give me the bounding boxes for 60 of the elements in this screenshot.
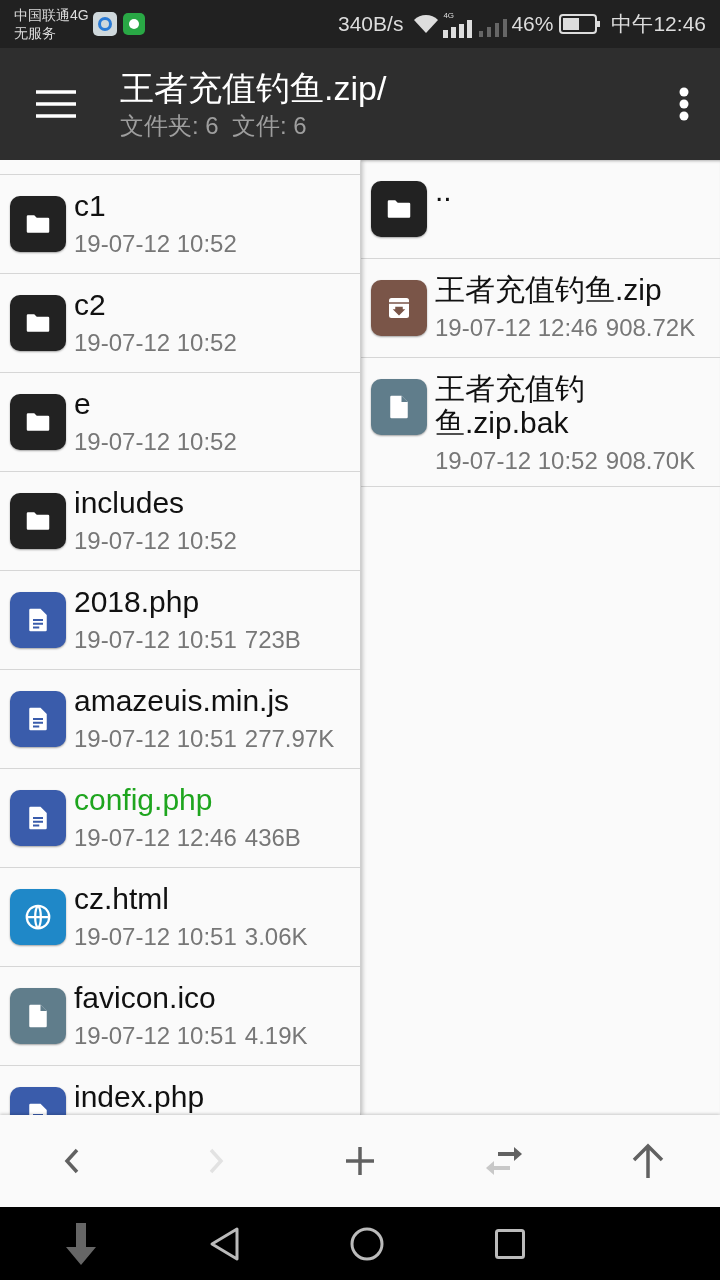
file-name[interactable]: e <box>74 387 237 421</box>
file-size: 908.70K <box>605 446 696 476</box>
file-icon <box>10 988 66 1044</box>
folder-icon <box>10 295 66 351</box>
file-date: 19-07-12 10:51 <box>74 625 237 655</box>
file-name[interactable]: cz.html <box>74 882 308 916</box>
file-size: 436B <box>244 823 301 853</box>
file-size: 4.19K <box>244 1021 308 1051</box>
app-icon <box>122 13 145 35</box>
archive-icon <box>371 280 427 336</box>
download-icon <box>65 1222 98 1265</box>
file-date: 19-07-12 10:51 <box>74 922 237 952</box>
file-date: 19-07-12 12:46 <box>74 823 237 853</box>
file-date: 19-07-12 10:52 <box>74 328 237 358</box>
service-status: 无服务 <box>14 24 57 42</box>
menu-icon <box>36 90 76 118</box>
signal-icon <box>479 19 508 37</box>
file-date: 19-07-12 10:51 <box>74 1021 237 1051</box>
file-name[interactable]: 王者充值钓鱼.zip.bak <box>435 372 685 440</box>
globe-icon <box>10 889 66 945</box>
file-name[interactable]: index.php <box>74 1080 205 1114</box>
file-size: 277.97K <box>244 724 335 754</box>
network-type: 4G <box>443 10 455 20</box>
file-date: 19-07-12 10:51 <box>74 724 237 754</box>
window-title: 王者充值钓鱼.zip/ <box>120 68 388 109</box>
file-icon <box>10 592 66 648</box>
file-name[interactable]: favicon.ico <box>74 981 308 1015</box>
file-name[interactable]: c2 <box>74 288 237 322</box>
file-date: 19-07-12 10:52 <box>74 526 237 556</box>
file-size: 3.06K <box>244 922 308 952</box>
file-date: 19-07-12 10:52 <box>74 229 237 259</box>
more-icon <box>679 87 689 121</box>
clock: 中午12:46 <box>611 11 706 38</box>
file-date: 19-07-12 10:52 <box>435 446 598 476</box>
wifi-icon <box>413 14 440 34</box>
app-icon <box>92 12 117 36</box>
carrier-name: 中国联通4G <box>14 6 89 24</box>
file-size: 908.72K <box>605 313 696 343</box>
file-icon <box>10 790 66 846</box>
home-icon[interactable] <box>350 1226 385 1261</box>
file-date: 19-07-12 10:52 <box>74 427 237 457</box>
file-name[interactable]: c1 <box>74 189 237 223</box>
file-name[interactable]: 王者充值钓鱼.zip <box>435 273 685 307</box>
file-date: 19-07-12 12:46 <box>435 313 598 343</box>
file-icon <box>10 691 66 747</box>
file-name[interactable]: amazeuis.min.js <box>74 684 335 718</box>
folder-icon <box>10 394 66 450</box>
network-speed: 340B/s <box>338 11 404 38</box>
file-name[interactable]: includes <box>74 486 237 520</box>
folder-icon <box>371 181 427 237</box>
folder-icon <box>10 493 66 549</box>
recents-icon[interactable] <box>494 1228 525 1259</box>
file-size: 723B <box>244 625 301 655</box>
folder-icon <box>10 196 66 252</box>
battery-icon <box>559 14 602 34</box>
file-name[interactable]: .. <box>435 174 452 208</box>
file-icon <box>371 379 427 435</box>
file-name[interactable]: 2018.php <box>74 585 301 619</box>
folder-summary: 文件夹: 6 文件: 6 <box>120 111 308 141</box>
battery-percent: 46% <box>511 11 554 38</box>
